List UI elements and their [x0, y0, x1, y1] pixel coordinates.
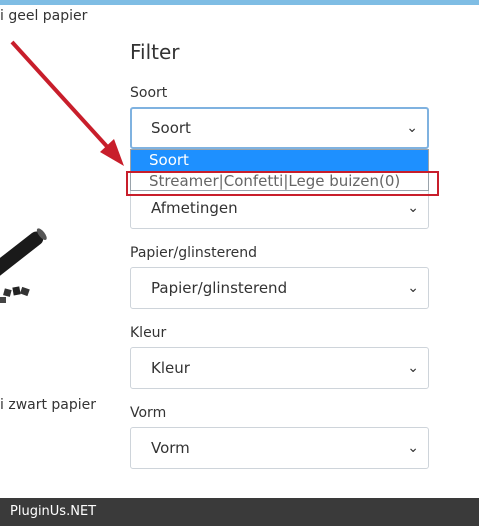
kleur-label: Kleur [130, 325, 167, 341]
papier-select-value: Papier/glinsterend [151, 279, 288, 297]
chevron-down-icon: ⌄ [407, 280, 419, 296]
soort-select-value: Soort [151, 119, 191, 137]
papier-select[interactable]: Papier/glinsterend ⌄ [130, 267, 429, 309]
dropdown-option-soort[interactable]: Soort [131, 150, 428, 171]
soort-label: Soort [130, 85, 168, 101]
afmetingen-select-value: Afmetingen [151, 199, 238, 217]
kleur-select[interactable]: Kleur ⌄ [130, 347, 429, 389]
chevron-down-icon: ⌄ [406, 120, 418, 136]
footer-watermark: PluginUs.NET [0, 498, 479, 526]
vorm-select-value: Vorm [151, 439, 190, 457]
filter-title: Filter [130, 40, 180, 64]
chevron-down-icon: ⌄ [407, 440, 419, 456]
vorm-select[interactable]: Vorm ⌄ [130, 427, 429, 469]
soort-select[interactable]: Soort ⌄ [130, 107, 429, 149]
top-accent-bar [0, 0, 479, 5]
product-image [0, 228, 47, 303]
annotation-highlight-box [126, 171, 439, 196]
chevron-down-icon: ⌄ [407, 360, 419, 376]
product-caption-bottom: i zwart papier [0, 397, 97, 413]
product-caption-top: i geel papier [0, 8, 88, 24]
vorm-label: Vorm [130, 405, 167, 421]
kleur-select-value: Kleur [151, 359, 190, 377]
papier-label: Papier/glinsterend [130, 245, 258, 261]
